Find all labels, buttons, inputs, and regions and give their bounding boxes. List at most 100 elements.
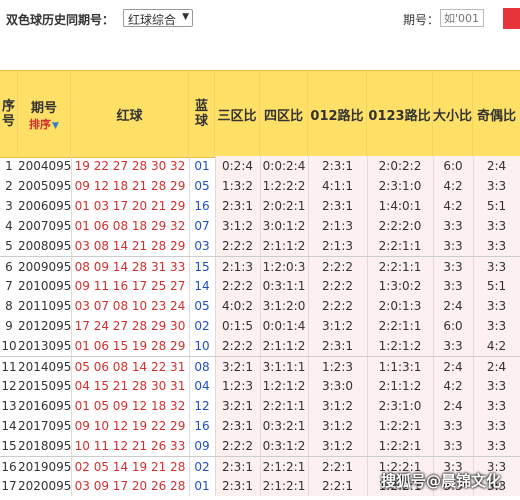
cell-parity: 2:4 xyxy=(473,156,520,176)
column-divider xyxy=(473,257,474,277)
column-divider xyxy=(433,376,434,396)
cell-zone4: 3:1:1:1 xyxy=(260,357,308,377)
column-divider xyxy=(189,396,190,416)
period-input[interactable] xyxy=(440,9,484,27)
cell-zone3: 2:3:1 xyxy=(215,416,260,436)
toolbar: 双色球历史同期号： 红球综合 ▼ 期号： xyxy=(0,0,520,38)
column-divider xyxy=(260,257,261,277)
cell-road0123: 1:2:2:1 xyxy=(367,436,433,456)
cell-period: 2014095 xyxy=(18,360,72,374)
column-divider xyxy=(71,416,72,436)
cell-seq: 5 xyxy=(5,239,13,253)
column-divider xyxy=(215,257,216,277)
cell-road012: 3:1:2 xyxy=(308,316,367,336)
column-divider xyxy=(308,156,309,176)
header-blue: 蓝球 xyxy=(189,71,215,157)
column-divider xyxy=(260,396,261,416)
cell-blue: 05 xyxy=(194,179,210,193)
column-divider xyxy=(189,457,190,477)
column-divider xyxy=(473,176,474,196)
cell-parity: 3:3 xyxy=(473,436,520,456)
column-divider xyxy=(308,236,309,256)
cell-period: 2007095 xyxy=(18,219,72,233)
header-parity: 奇偶比 xyxy=(476,108,516,124)
cell-road0123: 1:4:0:1 xyxy=(367,196,433,216)
column-divider xyxy=(260,236,261,256)
cell-zone4: 2:1:1:2 xyxy=(260,336,308,356)
table-row: 8 2011095 03 07 08 10 23 24 05 4:0:2 3:1:2:0 2… xyxy=(0,296,520,316)
column-divider xyxy=(189,436,190,456)
query-button[interactable] xyxy=(503,8,520,29)
cell-zone3: 2:2:2 xyxy=(215,236,260,256)
cell-zone3: 2:2:2 xyxy=(215,436,260,456)
cell-road012: 2:3:1 xyxy=(308,336,367,356)
table-row: 5 2008095 03 08 14 21 28 29 03 2:2:2 2:1:1:2 2… xyxy=(0,236,520,256)
cell-seq: 13 xyxy=(1,399,17,413)
cell-red: 10 11 12 21 26 33 xyxy=(74,439,186,453)
cell-zone4: 0:0:2:4 xyxy=(260,156,308,176)
cell-parity: 5:1 xyxy=(473,276,520,296)
cell-road0123: 2:1:1:2 xyxy=(367,376,433,396)
cell-road012: 2:2:2 xyxy=(308,257,367,277)
cell-zone4: 2:2:1:1 xyxy=(260,396,308,416)
cell-period: 2005095 xyxy=(18,179,72,193)
column-divider xyxy=(260,336,261,356)
cell-road012: 2:1:3 xyxy=(308,236,367,256)
cell-blue: 09 xyxy=(194,439,210,453)
cell-parity: 3:3 xyxy=(473,257,520,277)
cell-seq: 2 xyxy=(5,179,13,193)
cell-period: 2008095 xyxy=(18,239,72,253)
sort-link[interactable]: 排序▼ xyxy=(29,116,59,132)
cell-zone3: 2:3:1 xyxy=(215,476,260,496)
watermark: 搜狐号@晨锦文化 xyxy=(381,472,502,490)
column-divider xyxy=(473,216,474,236)
cell-road0123: 2:3:1:0 xyxy=(367,176,433,196)
column-divider xyxy=(215,436,216,456)
cell-road012: 1:2:3 xyxy=(308,357,367,377)
cell-zone3: 1:2:3 xyxy=(215,376,260,396)
column-divider xyxy=(433,357,434,377)
cell-road012: 2:2:2 xyxy=(308,276,367,296)
cell-road0123: 2:0:1:3 xyxy=(367,296,433,316)
cell-seq: 15 xyxy=(1,439,17,453)
table-row: 15 2018095 10 11 12 21 26 33 09 2:2:2 0:3:1:2… xyxy=(0,436,520,456)
table-row: 11 2014095 05 06 08 14 22 31 08 3:2:1 3:1:1:1… xyxy=(0,356,520,377)
cell-blue: 10 xyxy=(194,339,210,353)
cell-red: 02 05 14 19 21 28 xyxy=(74,460,186,474)
column-divider xyxy=(260,376,261,396)
column-divider xyxy=(367,336,368,356)
cell-seq: 1 xyxy=(5,159,13,173)
column-divider xyxy=(71,457,72,477)
cell-zone3: 4:0:2 xyxy=(215,296,260,316)
cell-blue: 04 xyxy=(194,379,210,393)
table-row: 3 2006095 01 03 17 20 21 29 16 2:3:1 2:0:2:1 2… xyxy=(0,196,520,216)
column-divider xyxy=(367,457,368,477)
cell-zone4: 0:0:1:4 xyxy=(260,316,308,336)
cell-road012: 2:2:2 xyxy=(308,296,367,316)
analysis-type-select[interactable]: 红球综合 ▼ xyxy=(123,9,193,27)
column-divider xyxy=(473,336,474,356)
column-divider xyxy=(260,476,261,496)
cell-seq: 11 xyxy=(1,360,17,374)
column-divider xyxy=(215,396,216,416)
cell-zone3: 2:1:3 xyxy=(215,257,260,277)
cell-zone4: 0:3:1:1 xyxy=(260,276,308,296)
column-divider xyxy=(308,257,309,277)
header-seq: 序号 xyxy=(0,71,18,157)
column-divider xyxy=(260,276,261,296)
cell-red: 03 07 08 10 23 24 xyxy=(74,299,186,313)
cell-period: 2006095 xyxy=(18,199,72,213)
column-divider xyxy=(433,196,434,216)
cell-road0123: 2:3:1:0 xyxy=(367,396,433,416)
cell-zone4: 2:0:2:1 xyxy=(260,196,308,216)
column-divider xyxy=(189,156,190,176)
cell-red: 08 09 14 28 31 33 xyxy=(74,260,186,274)
column-divider xyxy=(71,376,72,396)
column-divider xyxy=(367,276,368,296)
column-divider xyxy=(308,176,309,196)
cell-road0123: 1:3:0:2 xyxy=(367,276,433,296)
column-divider xyxy=(308,296,309,316)
column-divider xyxy=(433,257,434,277)
column-divider xyxy=(71,436,72,456)
column-divider xyxy=(71,316,72,336)
